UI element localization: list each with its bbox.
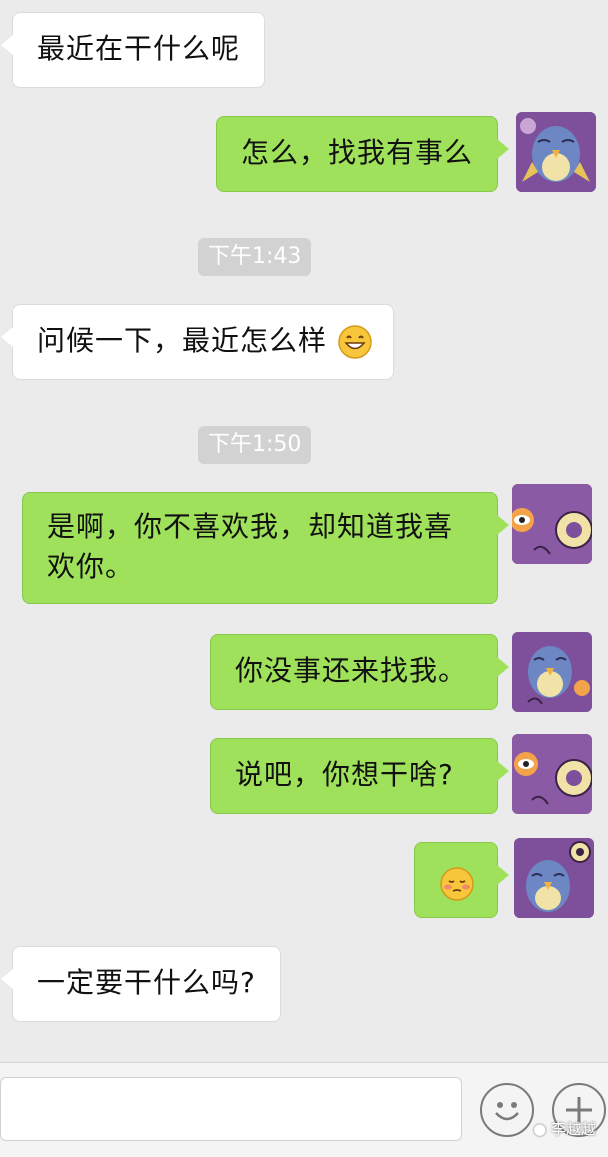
my-avatar[interactable] xyxy=(512,484,592,564)
message-text: 你没事还来找我。 xyxy=(235,654,468,687)
my-avatar[interactable] xyxy=(514,838,594,918)
timestamp-text: 下午1:43 xyxy=(208,244,302,269)
message-bubble-outgoing[interactable]: 怎么，找我有事么 xyxy=(215,116,510,192)
owl-avatar-icon xyxy=(514,838,594,918)
watermark-text: 李越越 xyxy=(550,1120,596,1138)
message-bubble-outgoing[interactable]: 说吧，你想干啥? xyxy=(210,738,509,814)
message-bubble-outgoing[interactable]: 是啊，你不喜欢我，却知道我喜 欢你。 xyxy=(22,492,509,604)
watermark: ● 李越越 xyxy=(533,1118,596,1139)
grinning-face-emoji-icon xyxy=(338,325,372,359)
smiley-face-icon xyxy=(495,1102,519,1121)
message-text-line-2: 欢你。 xyxy=(47,550,135,583)
message-bubble-incoming[interactable]: 问候一下，最近怎么样 xyxy=(1,304,394,380)
timestamp-text: 下午1:50 xyxy=(208,432,302,457)
message-input[interactable] xyxy=(0,1077,462,1141)
message-text: 一定要干什么吗? xyxy=(37,966,256,999)
message-bubble-outgoing[interactable]: 你没事还来找我。 xyxy=(210,634,509,710)
message-text-line-1: 是啊，你不喜欢我，却知道我喜 xyxy=(47,510,454,543)
timestamp: 下午1:50 xyxy=(198,426,312,464)
owl-avatar-icon xyxy=(512,632,592,712)
message-text: 问候一下，最近怎么样 xyxy=(37,324,328,357)
my-avatar[interactable] xyxy=(512,734,592,814)
my-avatar[interactable] xyxy=(516,112,596,192)
message-bubble-outgoing[interactable] xyxy=(414,842,509,918)
eye-pattern-avatar-icon xyxy=(512,484,592,564)
message-input-bar: ● 李越越 xyxy=(0,1062,608,1157)
message-text: 说吧，你想干啥? xyxy=(235,758,454,791)
emoji-button[interactable] xyxy=(480,1083,534,1137)
message-bubble-incoming[interactable]: 最近在干什么呢 xyxy=(0,12,266,88)
message-text: 最近在干什么呢 xyxy=(37,32,241,65)
eye-pattern-avatar-icon xyxy=(512,734,592,814)
my-avatar[interactable] xyxy=(512,632,592,712)
message-bubble-incoming[interactable]: 一定要干什么吗? xyxy=(1,946,281,1022)
timestamp: 下午1:43 xyxy=(198,238,312,276)
message-text: 怎么，找我有事么 xyxy=(240,136,473,169)
flushed-face-emoji-icon xyxy=(440,867,474,901)
wechat-logo-icon: ● xyxy=(533,1120,547,1138)
owl-avatar-icon xyxy=(516,112,596,192)
